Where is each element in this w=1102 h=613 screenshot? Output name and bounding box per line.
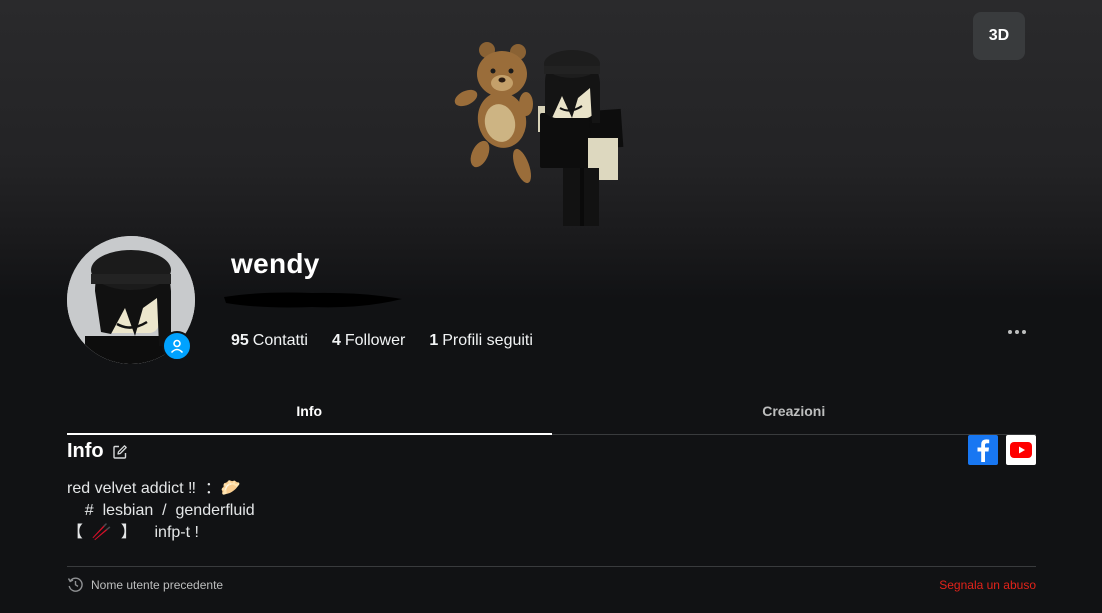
profile-bio: red velvet addict ‼ ：🥟 # lesbian / gende… bbox=[67, 478, 255, 544]
info-section-header: Info bbox=[67, 440, 128, 463]
youtube-icon[interactable] bbox=[1006, 435, 1036, 465]
more-options-icon[interactable] bbox=[1004, 322, 1030, 342]
bio-line: # lesbian / genderfluid bbox=[67, 502, 255, 519]
stat-following[interactable]: 1 Profili seguiti bbox=[429, 332, 533, 350]
facebook-icon[interactable] bbox=[968, 435, 998, 465]
username-redacted bbox=[224, 292, 402, 308]
teddy-bear-accessory bbox=[454, 42, 533, 184]
bio-line: 【 🥢 】 infp-t ! bbox=[67, 524, 199, 541]
toggle-3d-button[interactable]: 3D bbox=[973, 12, 1025, 60]
tab-info[interactable]: Info bbox=[67, 388, 552, 435]
report-abuse-link[interactable]: Segnala un abuso bbox=[939, 578, 1036, 592]
tab-creations[interactable]: Creazioni bbox=[552, 388, 1037, 434]
avatar-character bbox=[538, 50, 624, 226]
bio-line: red velvet addict ‼ ：🥟 bbox=[67, 480, 241, 497]
avatar-3d-render[interactable] bbox=[440, 38, 640, 233]
section-divider bbox=[67, 566, 1036, 567]
stat-followers[interactable]: 4 Follower bbox=[332, 332, 405, 350]
history-clock-icon bbox=[67, 577, 83, 592]
online-status-badge bbox=[162, 331, 192, 361]
info-title: Info bbox=[67, 440, 104, 462]
edit-icon[interactable] bbox=[112, 444, 128, 460]
profile-tabs: Info Creazioni bbox=[67, 388, 1036, 435]
profile-stats: 95 Contatti 4 Follower 1 Profili seguiti bbox=[231, 332, 533, 350]
display-name: wendy bbox=[231, 248, 320, 279]
previous-usernames-button[interactable]: Nome utente precedente bbox=[67, 576, 223, 593]
user-silhouette-icon bbox=[170, 339, 184, 354]
previous-usernames-label: Nome utente precedente bbox=[91, 577, 224, 592]
stat-contacts[interactable]: 95 Contatti bbox=[231, 332, 308, 350]
social-links bbox=[968, 435, 1036, 465]
